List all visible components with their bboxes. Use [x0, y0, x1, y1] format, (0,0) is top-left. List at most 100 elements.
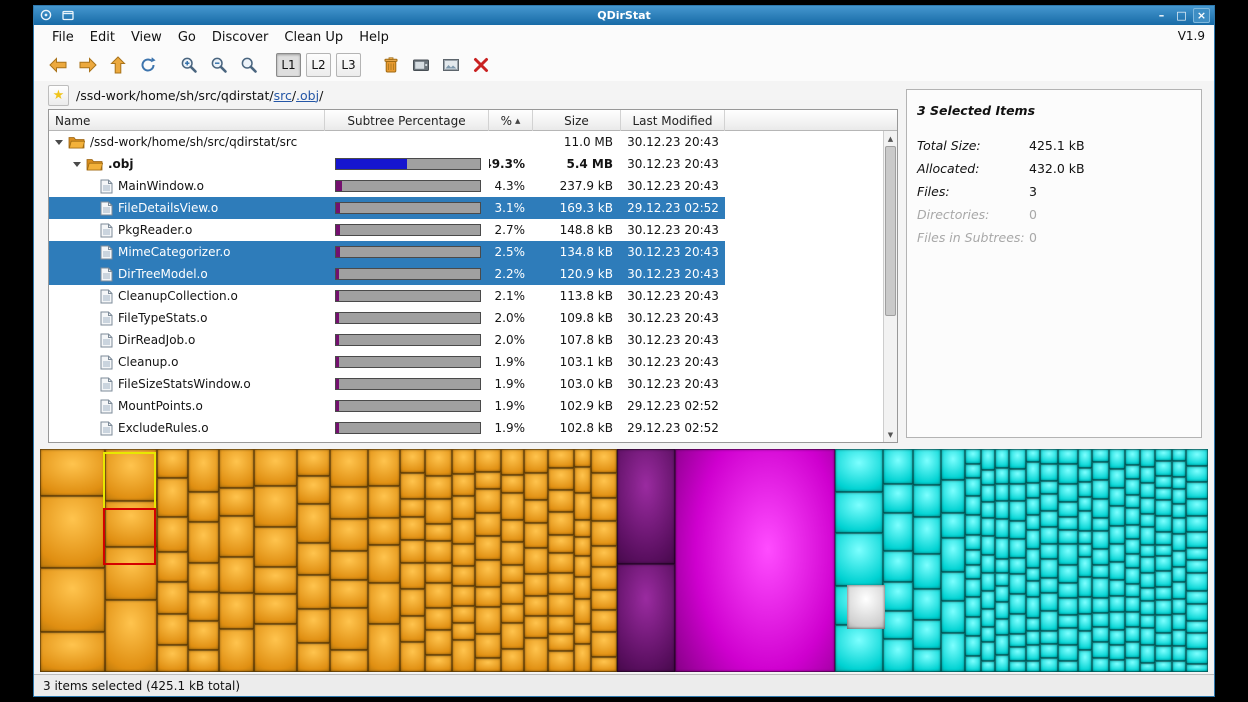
- treemap-tile[interactable]: [548, 553, 574, 572]
- treemap-tile[interactable]: [1125, 479, 1140, 495]
- treemap-tile[interactable]: [913, 485, 940, 516]
- treemap-tile[interactable]: [524, 473, 549, 500]
- treemap-tile[interactable]: [1172, 614, 1185, 630]
- treemap-tile[interactable]: [1140, 514, 1154, 527]
- treemap-tile[interactable]: [1125, 495, 1140, 508]
- treemap-tile[interactable]: [452, 640, 475, 672]
- treemap-tile[interactable]: [883, 639, 913, 672]
- treemap-tile[interactable]: [475, 634, 501, 658]
- treemap-tile[interactable]: [1109, 562, 1125, 580]
- treemap-tile[interactable]: [548, 535, 574, 554]
- treemap-tile[interactable]: [1058, 530, 1078, 544]
- treemap-tile[interactable]: [981, 627, 996, 642]
- forward-button[interactable]: [74, 52, 102, 78]
- treemap-tile[interactable]: [1058, 583, 1078, 598]
- treemap-tile[interactable]: [835, 625, 883, 672]
- treemap-tile[interactable]: [1186, 591, 1208, 604]
- treemap-tile[interactable]: [475, 449, 501, 472]
- treemap-tile[interactable]: [995, 655, 1009, 672]
- treemap-tile[interactable]: [452, 544, 475, 567]
- treemap-tile[interactable]: [330, 487, 368, 519]
- treemap-tile[interactable]: [913, 589, 940, 619]
- treemap-tile[interactable]: [1155, 661, 1173, 672]
- treemap-tile[interactable]: [574, 493, 591, 520]
- treemap-tile[interactable]: [157, 645, 188, 672]
- treemap-tile[interactable]: [1186, 532, 1208, 548]
- treemap-tile[interactable]: [883, 513, 913, 550]
- treemap-tile[interactable]: [1078, 497, 1092, 511]
- treemap-tile[interactable]: [1026, 449, 1040, 462]
- treemap-tile[interactable]: [548, 594, 574, 616]
- treemap-tile[interactable]: [1040, 527, 1058, 544]
- treemap-tile[interactable]: [1026, 618, 1040, 631]
- treemap-tile[interactable]: [1155, 646, 1173, 661]
- treemap-tile[interactable]: [1186, 449, 1208, 466]
- treemap-tile[interactable]: [1155, 633, 1173, 646]
- treemap-tile[interactable]: [913, 620, 940, 650]
- treemap-tile[interactable]: [501, 649, 524, 672]
- treemap-tile[interactable]: [1058, 645, 1078, 661]
- treemap-tile[interactable]: [1109, 506, 1125, 526]
- treemap-tile[interactable]: [574, 520, 591, 537]
- treemap-tile[interactable]: [965, 597, 981, 617]
- treemap-tile[interactable]: [1009, 539, 1026, 558]
- treemap-tile[interactable]: [981, 485, 996, 502]
- treemap-tile[interactable]: [883, 582, 913, 612]
- treemap-tile[interactable]: [1140, 615, 1154, 628]
- treemap-tile[interactable]: [995, 559, 1009, 573]
- treemap-tile[interactable]: [1186, 604, 1208, 622]
- treemap-tile[interactable]: [254, 449, 296, 486]
- treemap-tile[interactable]: [574, 467, 591, 493]
- treemap-tile[interactable]: [1009, 594, 1026, 615]
- treemap-tile[interactable]: [1186, 516, 1208, 532]
- treemap-tile[interactable]: [965, 656, 981, 672]
- treemap-tile[interactable]: [1058, 598, 1078, 615]
- tree-scrollbar[interactable]: ▲ ▼: [883, 131, 897, 442]
- treemap-tile[interactable]: [981, 470, 996, 485]
- treemap-tile[interactable]: [574, 449, 591, 467]
- treemap-tile[interactable]: [1125, 568, 1140, 585]
- treemap-tile[interactable]: [913, 554, 940, 589]
- bookmark-star-icon[interactable]: ★: [48, 85, 69, 106]
- treemap-tile[interactable]: [452, 586, 475, 605]
- treemap-tile[interactable]: [981, 518, 996, 537]
- minimize-button[interactable]: –: [1153, 8, 1170, 23]
- treemap-tile[interactable]: [1140, 483, 1154, 498]
- treemap-tile[interactable]: [188, 650, 219, 672]
- treemap-tile[interactable]: [1009, 661, 1026, 672]
- tree-row[interactable]: PkgReader.o2.7%148.8 kB30.12.23 20:43: [49, 219, 725, 241]
- treemap-tile[interactable]: [548, 490, 574, 512]
- treemap-tile[interactable]: [1109, 488, 1125, 506]
- treemap-tile[interactable]: [941, 538, 965, 571]
- treemap-tile[interactable]: [1109, 660, 1125, 672]
- treemap-tile[interactable]: [1172, 551, 1185, 567]
- treemap-tile[interactable]: [995, 635, 1009, 655]
- treemap-tile[interactable]: [452, 606, 475, 623]
- treemap-tile[interactable]: [913, 649, 940, 672]
- up-button[interactable]: [104, 52, 132, 78]
- treemap-tile[interactable]: [548, 468, 574, 491]
- treemap-tile[interactable]: [475, 587, 501, 607]
- treemap-tile[interactable]: [1140, 498, 1154, 514]
- treemap-tile[interactable]: [1092, 531, 1109, 548]
- treemap-tile[interactable]: [425, 476, 452, 499]
- treemap-tile[interactable]: [981, 661, 996, 672]
- treemap-tile[interactable]: [400, 517, 425, 539]
- tree-row[interactable]: DirReadJob.o2.0%107.8 kB30.12.23 20:43: [49, 329, 725, 351]
- tree-row[interactable]: FileTypeStats.o2.0%109.8 kB30.12.23 20:4…: [49, 307, 725, 329]
- treemap-tile[interactable]: [941, 513, 965, 539]
- treemap-tile[interactable]: [524, 449, 549, 473]
- treemap-tile[interactable]: [1172, 646, 1185, 662]
- treemap-tile[interactable]: [1040, 494, 1058, 511]
- treemap-tile[interactable]: [219, 593, 254, 630]
- treemap-tile[interactable]: [330, 449, 368, 487]
- treemap-tile[interactable]: [981, 609, 996, 627]
- treemap-tile[interactable]: [1140, 663, 1154, 672]
- treemap-tile[interactable]: [617, 564, 675, 672]
- treemap-tile[interactable]: [1125, 525, 1140, 540]
- treemap-tile[interactable]: [452, 566, 475, 586]
- treemap-tile[interactable]: [452, 474, 475, 495]
- treemap-tile[interactable]: [501, 542, 524, 565]
- treemap-tile[interactable]: [574, 624, 591, 645]
- treemap-tile[interactable]: [1109, 469, 1125, 488]
